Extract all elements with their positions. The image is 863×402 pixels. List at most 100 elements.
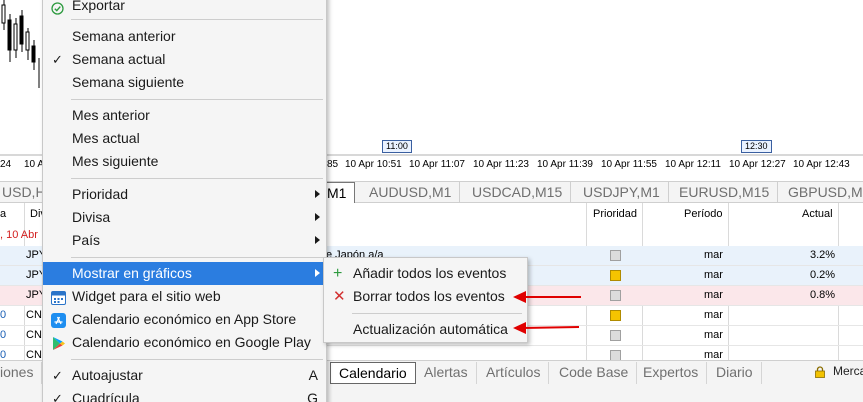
plus-icon: + xyxy=(333,265,343,282)
menu-item-currency[interactable]: Divisa xyxy=(43,206,326,229)
event-flag[interactable]: 12:30 xyxy=(741,140,772,153)
time-tick: 10 Apr 12:11 xyxy=(665,159,721,170)
menu-item-show-on-charts[interactable]: Mostrar en gráficos xyxy=(43,262,326,285)
menu-item-next-week[interactable]: Semana siguiente xyxy=(43,71,326,94)
calendar-context-menu: Exportar Semana anterior ✓ Semana actual… xyxy=(42,0,327,402)
time-tick: 24 xyxy=(0,159,12,170)
chart-tab[interactable]: AUDUSD,M1 xyxy=(361,182,461,203)
shortcut-label: A xyxy=(308,367,318,383)
close-icon: ✕ xyxy=(333,288,346,305)
toolbox-tab-journal[interactable]: Diario xyxy=(708,362,762,384)
time-tick: 85 xyxy=(327,159,339,170)
menu-item-delete-all-events[interactable]: ✕ Borrar todos los eventos xyxy=(324,285,527,308)
submenu-arrow-icon xyxy=(315,269,320,277)
column-header-actual[interactable]: Actual xyxy=(802,208,833,220)
show-on-charts-submenu: + Añadir todos los eventos ✕ Borrar todo… xyxy=(323,257,528,343)
menu-item-priority[interactable]: Prioridad xyxy=(43,183,326,206)
submenu-arrow-icon xyxy=(315,190,320,198)
menu-item-label: Mostrar en gráficos xyxy=(72,265,192,281)
actual-value: 0.8% xyxy=(810,289,836,301)
chart-tab[interactable]: EURUSD,M15 xyxy=(671,182,779,203)
priority-low-icon xyxy=(610,250,621,261)
time-tick: 10 Apr 12:43 xyxy=(793,159,850,170)
checkmark-icon: ✓ xyxy=(52,52,63,67)
toolbox-tab-codebase[interactable]: Code Base xyxy=(551,362,638,384)
menu-item-label: Borrar todos los eventos xyxy=(353,288,505,304)
chart-tab[interactable]: USDJPY,M1 xyxy=(575,182,669,203)
time-tick: 10 Apr 10:51 xyxy=(345,159,402,170)
menu-item-current-month[interactable]: Mes actual xyxy=(43,127,326,150)
currency-code: CN xyxy=(26,329,42,341)
menu-item-label: Semana siguiente xyxy=(72,74,185,90)
menu-item-label: Divisa xyxy=(72,209,111,225)
menu-item-previous-month[interactable]: Mes anterior xyxy=(43,104,326,127)
menu-item-grid[interactable]: ✓ Cuadrícula G xyxy=(43,387,326,402)
time-tick: 10 Apr 11:55 xyxy=(601,159,657,170)
time-tick: 10 Apr 11:23 xyxy=(473,159,529,170)
menu-item-add-all-events[interactable]: + Añadir todos los eventos xyxy=(324,262,527,285)
menu-item-label: País xyxy=(72,232,101,248)
menu-item-label: Autoajustar xyxy=(72,367,143,383)
menu-item-country[interactable]: País xyxy=(43,229,326,252)
menu-item-autofit[interactable]: ✓ Autoajustar A xyxy=(43,364,326,387)
period-value: mar xyxy=(704,309,723,321)
menu-item-label: Widget para el sitio web xyxy=(72,288,221,304)
menu-item-label: Exportar xyxy=(72,0,125,13)
event-flag[interactable]: 11:00 xyxy=(382,140,412,153)
toolbox-tab-alerts[interactable]: Alertas xyxy=(416,362,477,384)
row-marker: 0 xyxy=(0,329,7,341)
menu-item-label: Calendario económico en Google Play xyxy=(72,334,311,350)
toolbox-tab-articles[interactable]: Artículos xyxy=(478,362,550,384)
time-tick: 10 Apr 11:39 xyxy=(537,159,593,170)
period-value: mar xyxy=(704,249,723,261)
menu-item-app-store[interactable]: Calendario económico en App Store xyxy=(43,308,326,331)
column-header-priority[interactable]: Prioridad xyxy=(593,208,637,220)
menu-item-export[interactable]: Exportar xyxy=(43,0,326,17)
actual-value: 3.2% xyxy=(810,249,836,261)
export-check-icon xyxy=(51,0,66,15)
menu-item-label: Prioridad xyxy=(72,186,129,202)
period-value: mar xyxy=(704,289,723,301)
period-value: mar xyxy=(704,269,723,281)
market-tab-label[interactable]: Merca xyxy=(833,364,863,378)
google-play-icon xyxy=(51,335,66,350)
menu-item-auto-update[interactable]: Actualización automática xyxy=(324,318,527,341)
row-marker: 0 xyxy=(0,309,7,321)
app-store-icon xyxy=(51,312,66,328)
priority-low-icon xyxy=(610,330,621,341)
menu-item-google-play[interactable]: Calendario económico en Google Play xyxy=(43,331,326,354)
period-value: mar xyxy=(704,329,723,341)
priority-medium-icon xyxy=(610,270,621,281)
toolbox-tab[interactable]: iones xyxy=(0,362,43,384)
menu-item-label: Actualización automática xyxy=(353,321,508,337)
column-header-period[interactable]: Período xyxy=(684,208,723,220)
calendar-widget-icon xyxy=(51,289,66,305)
toolbox-tab-experts[interactable]: Expertos xyxy=(635,362,708,384)
menu-item-label: Mes siguiente xyxy=(72,153,159,169)
menu-item-next-month[interactable]: Mes siguiente xyxy=(43,150,326,173)
lock-icon xyxy=(815,366,825,378)
toolbox-tab-calendar[interactable]: Calendario xyxy=(330,362,416,384)
menu-item-label: Semana actual xyxy=(72,51,166,67)
column-header[interactable]: a xyxy=(0,208,6,220)
time-tick: 10 Apr 11:07 xyxy=(409,159,465,170)
menu-item-label: Añadir todos los eventos xyxy=(353,265,507,281)
menu-item-previous-week[interactable]: Semana anterior xyxy=(43,25,326,48)
menu-item-label: Semana anterior xyxy=(72,28,176,44)
chart-tab[interactable]: USDCAD,M15 xyxy=(464,182,572,203)
time-tick: 10 Apr 12:27 xyxy=(729,159,786,170)
priority-low-icon xyxy=(610,290,621,301)
menu-item-label: Cuadrícula xyxy=(72,390,140,402)
menu-item-widget[interactable]: Widget para el sitio web xyxy=(43,285,326,308)
chart-tab[interactable]: GBPUSD,M1 xyxy=(780,182,863,203)
checkmark-icon: ✓ xyxy=(52,368,63,383)
menu-item-label: Mes anterior xyxy=(72,107,150,123)
actual-value: 0.2% xyxy=(810,269,836,281)
menu-item-label: Calendario económico en App Store xyxy=(72,311,297,327)
menu-item-current-week[interactable]: ✓ Semana actual xyxy=(43,48,326,71)
menu-item-label: Mes actual xyxy=(72,130,140,146)
submenu-arrow-icon xyxy=(315,213,320,221)
shortcut-label: G xyxy=(307,390,318,402)
currency-code: CN xyxy=(26,309,42,321)
submenu-arrow-icon xyxy=(315,236,320,244)
